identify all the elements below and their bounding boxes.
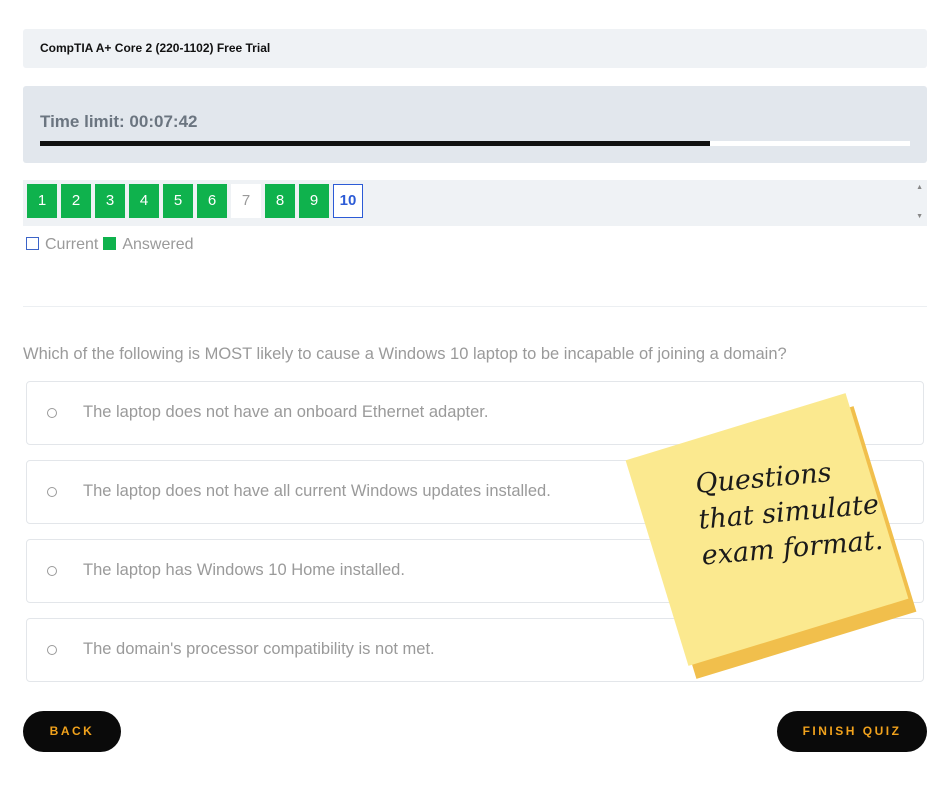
section-divider — [23, 306, 927, 307]
question-nav-button[interactable]: 9 — [299, 184, 329, 218]
answered-square-icon — [103, 237, 117, 250]
answer-text: The laptop does not have an onboard Ethe… — [83, 403, 489, 421]
question-text: Which of the following is MOST likely to… — [23, 345, 787, 363]
answer-option[interactable]: The laptop has Windows 10 Home installed… — [26, 539, 924, 603]
timer-panel: Time limit: 00:07:42 — [23, 86, 927, 163]
answer-text: The domain's processor compatibility is … — [83, 640, 435, 658]
scroll-up-icon[interactable]: ▲ — [916, 184, 923, 191]
answer-option[interactable]: The domain's processor compatibility is … — [26, 618, 924, 682]
legend-answered-label: Answered — [122, 236, 194, 253]
question-nav-button[interactable]: 2 — [61, 184, 91, 218]
finish-quiz-button[interactable]: FINISH QUIZ — [777, 711, 927, 752]
question-nav-button[interactable]: 8 — [265, 184, 295, 218]
question-navigator: 1 2 3 4 5 6 7 8 9 10 ▲ ▼ — [23, 180, 927, 226]
answer-text: The laptop has Windows 10 Home installed… — [83, 561, 405, 579]
scroll-down-icon[interactable]: ▼ — [916, 213, 923, 220]
timer-progress-track — [40, 141, 910, 146]
time-limit-label: Time limit: 00:07:42 — [40, 112, 198, 131]
quiz-title-bar: CompTIA A+ Core 2 (220-1102) Free Trial — [23, 29, 927, 68]
question-nav-button[interactable]: 5 — [163, 184, 193, 218]
answer-text: The laptop does not have all current Win… — [83, 482, 551, 500]
quiz-title: CompTIA A+ Core 2 (220-1102) Free Trial — [40, 41, 271, 55]
question-nav-button[interactable]: 1 — [27, 184, 57, 218]
radio-icon[interactable] — [47, 645, 57, 655]
question-nav-button[interactable]: 3 — [95, 184, 125, 218]
timer-progress-fill — [40, 141, 710, 146]
radio-icon[interactable] — [47, 408, 57, 418]
radio-icon[interactable] — [47, 566, 57, 576]
question-nav-button[interactable]: 7 — [231, 184, 261, 218]
question-nav-button[interactable]: 6 — [197, 184, 227, 218]
question-nav-button[interactable]: 10 — [333, 184, 363, 218]
current-square-icon — [26, 237, 39, 250]
status-legend: Current Answered — [26, 236, 194, 254]
radio-icon[interactable] — [47, 487, 57, 497]
answer-option[interactable]: The laptop does not have an onboard Ethe… — [26, 381, 924, 445]
back-button[interactable]: BACK — [23, 711, 121, 752]
answer-option[interactable]: The laptop does not have all current Win… — [26, 460, 924, 524]
question-nav-button[interactable]: 4 — [129, 184, 159, 218]
legend-current-label: Current — [45, 236, 99, 253]
